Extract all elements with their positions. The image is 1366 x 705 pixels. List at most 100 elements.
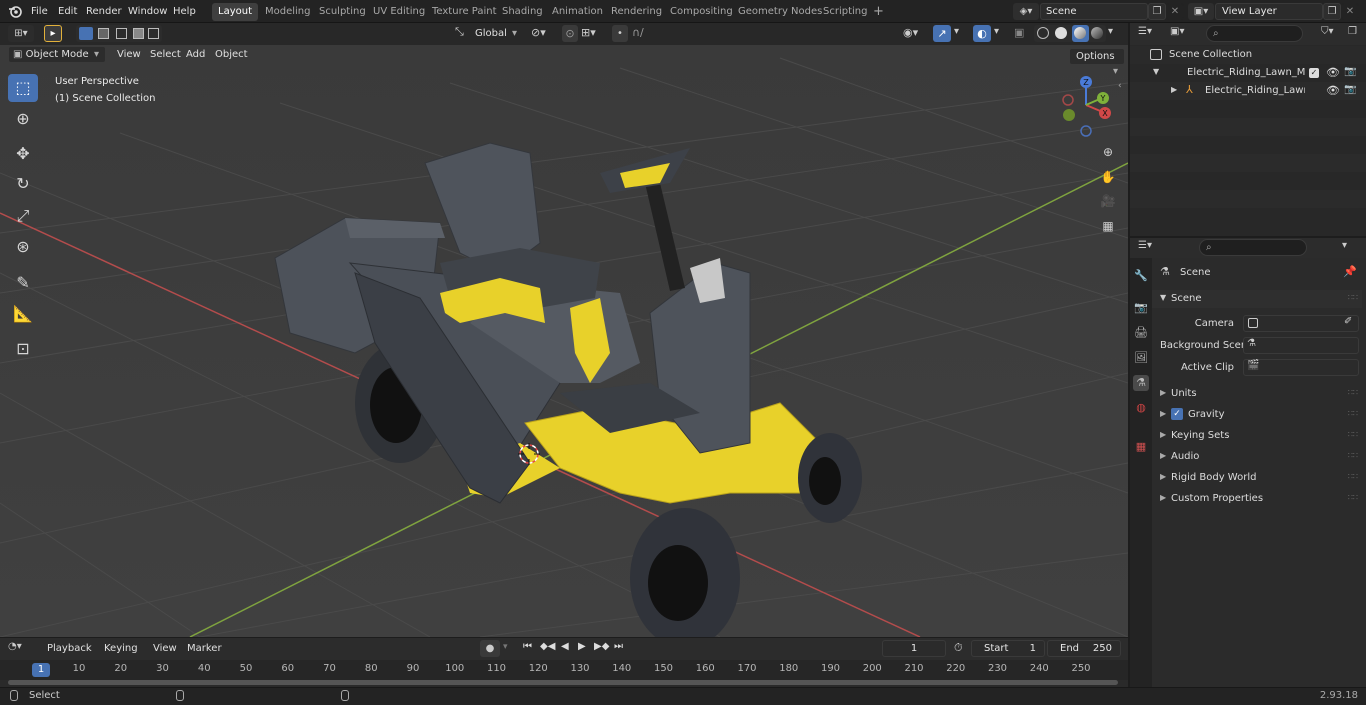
drag-grip-icon[interactable]: ∷∷ <box>1348 388 1358 397</box>
drag-grip-icon[interactable]: ∷∷ <box>1348 409 1358 418</box>
tab-layout[interactable]: Layout <box>212 3 258 21</box>
hide-eye-icon[interactable]: 👁 <box>1326 84 1340 97</box>
preview-range-icon[interactable]: ⏱ <box>954 641 963 655</box>
select-subtract-icon[interactable] <box>116 28 127 39</box>
xray-toggle-icon[interactable]: ▣ <box>1014 26 1024 39</box>
menu-render[interactable]: Render <box>82 3 126 20</box>
tab-texture-paint[interactable]: Texture Paint <box>426 3 503 21</box>
tab-sculpting[interactable]: Sculpting <box>313 3 372 21</box>
select-menu[interactable]: Select <box>145 46 186 63</box>
navigation-gizmo[interactable]: Z X Y <box>1058 73 1122 137</box>
tab-animation[interactable]: Animation <box>546 3 609 21</box>
start-frame-field[interactable]: Start 1 <box>971 640 1045 657</box>
playhead-indicator[interactable]: 1 <box>32 663 50 677</box>
drag-grip-icon[interactable]: ∷∷ <box>1348 430 1358 439</box>
transform-tool-icon[interactable]: ⊛ <box>8 233 38 261</box>
add-cube-tool-icon[interactable]: ⊡ <box>8 335 38 363</box>
drag-grip-icon[interactable]: ∷∷ <box>1348 293 1358 302</box>
object-menu[interactable]: Object <box>210 46 253 63</box>
section-custom-properties[interactable]: ▶ Custom Properties ∷∷ <box>1152 490 1362 508</box>
tab-rendering[interactable]: Rendering <box>605 3 668 21</box>
section-rigid-body-world[interactable]: ▶ Rigid Body World ∷∷ <box>1152 469 1362 487</box>
overlay-dropdown-icon[interactable]: ▾ <box>994 26 999 37</box>
rotate-tool-icon[interactable]: ↻ <box>8 170 38 198</box>
select-extend-icon[interactable] <box>98 28 109 39</box>
ortho-grid-icon[interactable]: ▦ <box>1097 215 1119 237</box>
properties-editor-icon[interactable]: ☰▾ <box>1138 240 1152 251</box>
drag-grip-icon[interactable]: ∷∷ <box>1348 472 1358 481</box>
shading-dropdown-icon[interactable]: ▾ <box>1108 26 1113 37</box>
overlay-toggle-icon[interactable]: ◐ <box>973 25 991 42</box>
gravity-checkbox[interactable]: ✓ <box>1171 408 1183 420</box>
menu-file[interactable]: File <box>27 3 52 20</box>
select-tool-icon[interactable]: ▸ <box>44 25 62 42</box>
expand-arrow-icon[interactable]: ▶ <box>1171 85 1177 94</box>
object-mode-dropdown[interactable]: ▣ Object Mode ▾ <box>8 46 106 63</box>
editor-type-icon[interactable]: ⊞▾ <box>8 25 34 42</box>
jump-start-icon[interactable]: ⏮ <box>523 641 532 652</box>
jump-end-icon[interactable]: ⏭ <box>614 641 623 652</box>
add-menu[interactable]: Add <box>181 46 210 63</box>
blender-logo-icon[interactable] <box>8 4 22 18</box>
scene-panel-header[interactable]: ▼ Scene ∷∷ <box>1152 290 1362 308</box>
new-collection-icon[interactable]: ❐ <box>1348 26 1357 37</box>
render-tab-icon[interactable]: 📷 <box>1133 300 1149 316</box>
tab-compositing[interactable]: Compositing <box>664 3 739 21</box>
transform-orientation-dropdown[interactable]: Global ▾ <box>468 25 524 42</box>
eyedropper-icon[interactable]: ✐ <box>1344 316 1352 327</box>
pan-hand-icon[interactable]: ✋ <box>1097 166 1119 188</box>
section-gravity[interactable]: ▶ ✓ Gravity ∷∷ <box>1152 406 1362 424</box>
render-camera-icon[interactable]: 📷 <box>1344 66 1356 77</box>
menu-window[interactable]: Window <box>124 3 171 20</box>
filter-icon[interactable]: ⛉▾ <box>1321 26 1334 37</box>
outliner-search-field[interactable]: ⌕ <box>1206 25 1303 42</box>
menu-edit[interactable]: Edit <box>54 3 81 20</box>
render-camera-icon[interactable]: 📷 <box>1344 84 1356 95</box>
scale-tool-icon[interactable]: ⤢ <box>8 202 38 230</box>
view-layer-field[interactable]: View Layer <box>1215 3 1323 20</box>
view-layer-tab-icon[interactable]: 🖼 <box>1133 350 1149 366</box>
drag-grip-icon[interactable]: ∷∷ <box>1348 493 1358 502</box>
select-new-icon[interactable] <box>79 27 93 40</box>
sidebar-toggle-icon[interactable]: ‹ <box>1118 81 1122 91</box>
snap-icon[interactable]: ⊙ <box>562 25 578 42</box>
select-intersect-icon[interactable] <box>148 28 159 39</box>
current-frame-field[interactable]: 1 <box>882 640 946 657</box>
section-units[interactable]: ▶ Units ∷∷ <box>1152 385 1362 403</box>
falloff-icon[interactable]: ∩∕ <box>632 26 644 39</box>
view-layer-icon[interactable]: ▣▾ <box>1188 3 1214 20</box>
pivot-point-icon[interactable]: ⊘▾ <box>531 26 546 39</box>
keying-menu[interactable]: Keying▾ <box>97 640 147 669</box>
pin-icon[interactable]: 📌 <box>1343 265 1357 278</box>
menu-help[interactable]: Help <box>169 3 200 20</box>
play-icon[interactable]: ▶ <box>578 641 586 652</box>
timeline-scrollbar[interactable] <box>8 680 1118 685</box>
exclude-checkbox[interactable]: ✓ <box>1309 68 1319 78</box>
add-workspace-button[interactable]: + <box>867 3 890 21</box>
marker-menu[interactable]: Marker <box>182 640 227 657</box>
wireframe-shading-icon[interactable] <box>1037 27 1049 39</box>
tab-modeling[interactable]: Modeling <box>259 3 317 21</box>
outliner-item-row[interactable]: ▶ ⅄ Electric_Riding_Lawn_Mo 👁 📷 <box>1130 82 1366 100</box>
select-invert-icon[interactable] <box>133 28 144 39</box>
selection-mode-icons[interactable] <box>76 25 162 42</box>
outliner-root-row[interactable]: Scene Collection <box>1130 46 1366 64</box>
tab-geometry-nodes[interactable]: Geometry Nodes <box>732 3 828 21</box>
3d-viewport[interactable]: ⊞▾ ▸ ⤡ Global ▾ ⊘▾ ⊙ ⊞▾ • ∩∕ ◉▾ ↗ ▾ ◐ ▾ … <box>0 23 1128 637</box>
world-tab-icon[interactable]: ◍ <box>1133 400 1149 416</box>
visibility-toggle-icon[interactable]: ◉▾ <box>903 26 918 39</box>
tab-shading[interactable]: Shading <box>496 3 549 21</box>
hide-eye-icon[interactable]: 👁 <box>1326 66 1340 79</box>
solid-shading-icon[interactable] <box>1055 27 1067 39</box>
prev-keyframe-icon[interactable]: ◆◀ <box>540 641 555 652</box>
playback-menu[interactable]: Playback▾ <box>40 640 96 669</box>
gizmo-dropdown-icon[interactable]: ▾ <box>954 26 959 37</box>
camera-field[interactable] <box>1243 315 1359 332</box>
background-scene-field[interactable] <box>1243 337 1359 354</box>
section-keying-sets[interactable]: ▶ Keying Sets ∷∷ <box>1152 427 1362 445</box>
display-mode-icon[interactable]: ▣▾ <box>1170 26 1184 37</box>
outliner-editor-icon[interactable]: ☰▾ <box>1138 26 1152 37</box>
new-view-layer-icon[interactable]: ❐ <box>1323 3 1341 20</box>
texture-tab-icon[interactable]: ▦ <box>1133 439 1149 455</box>
output-tab-icon[interactable]: 🖨 <box>1133 325 1149 341</box>
